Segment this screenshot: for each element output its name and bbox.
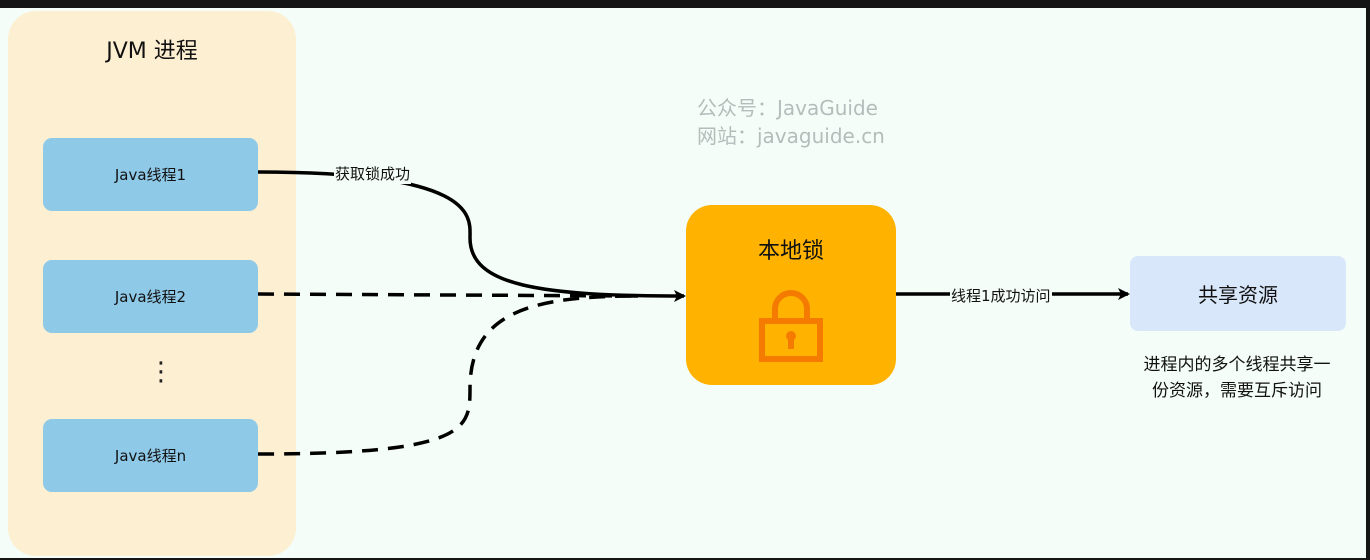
local-lock-node: 本地锁 [686, 205, 896, 385]
local-lock-title: 本地锁 [757, 239, 824, 264]
shared-resource-node: 共享资源 [1130, 256, 1346, 331]
access-label: 线程1成功访问 [950, 285, 1052, 306]
edge-thread1-to-lock [257, 170, 686, 302]
edge-thread2-to-lock [257, 292, 641, 298]
note-line-2: 份资源，需要互斥访问 [1152, 381, 1322, 401]
diagram-canvas: JVM 进程 Java线程1 Java线程2 ⋮ Java线程n 公众号：Jav… [0, 8, 1368, 558]
note-line-1: 进程内的多个线程共享一 [1143, 355, 1331, 375]
padlock-icon [759, 290, 823, 362]
edge-threadn-to-lock [257, 294, 641, 456]
acquire-lock-label: 获取锁成功 [334, 163, 412, 184]
mutex-note: 进程内的多个线程共享一 份资源，需要互斥访问 [1104, 352, 1370, 404]
